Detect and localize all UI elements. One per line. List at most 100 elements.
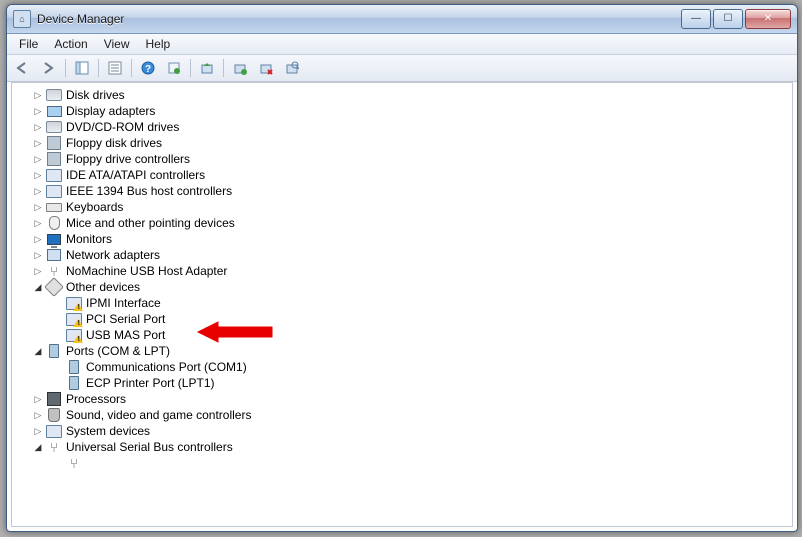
toolbar-help-button[interactable]: ? <box>136 56 160 80</box>
tree-item-label: ECP Printer Port (LPT1) <box>84 376 214 390</box>
help-icon: ? <box>141 61 155 75</box>
tree-node: PCI Serial Port <box>14 311 790 327</box>
tree-item[interactable]: ▷ Floppy disk drives <box>14 135 790 151</box>
expand-icon[interactable]: ▷ <box>32 185 44 197</box>
collapse-icon[interactable]: ◢ <box>32 441 44 453</box>
tree-item-label: Floppy disk drives <box>64 136 162 150</box>
expand-icon[interactable]: ▷ <box>32 89 44 101</box>
menu-view[interactable]: View <box>96 35 138 53</box>
no-expander <box>52 297 64 309</box>
device-tree[interactable]: ▷Disk drives▷Display adapters▷DVD/CD-ROM… <box>12 83 792 526</box>
minimize-button[interactable]: — <box>681 9 711 29</box>
expand-icon[interactable]: ▷ <box>32 265 44 277</box>
update-driver-icon <box>200 61 214 75</box>
tree-item[interactable]: ▷Mice and other pointing devices <box>14 215 790 231</box>
scan-icon <box>285 61 299 75</box>
tree-item-label: IEEE 1394 Bus host controllers <box>64 184 232 198</box>
tree-item[interactable]: ▷Processors <box>14 391 790 407</box>
toolbar-console-tree-button[interactable] <box>70 56 94 80</box>
titlebar[interactable]: ⌂ Device Manager — ☐ ✕ <box>7 5 797 34</box>
toolbar-back-button[interactable] <box>11 56 35 80</box>
tree-item[interactable]: ◢Ports (COM & LPT) <box>14 343 790 359</box>
tree-item-label: IPMI Interface <box>84 296 161 310</box>
tree-item[interactable]: ▷ IDE ATA/ATAPI controllers <box>14 167 790 183</box>
tree-item[interactable]: ECP Printer Port (LPT1) <box>14 375 790 391</box>
tree-item[interactable]: Communications Port (COM1) <box>14 359 790 375</box>
tree-item[interactable]: USB MAS Port <box>14 327 790 343</box>
usb-icon: ⑂ <box>66 455 82 471</box>
tree-item[interactable]: ▷ DVD/CD-ROM drives <box>14 119 790 135</box>
expand-icon[interactable]: ▷ <box>32 425 44 437</box>
device-icon <box>46 183 62 199</box>
tree-item[interactable]: ◢Other devices <box>14 279 790 295</box>
warn-icon <box>66 327 82 343</box>
tree-node: ▷Disk drives <box>14 87 790 103</box>
client-area: ▷Disk drives▷Display adapters▷DVD/CD-ROM… <box>11 82 793 527</box>
tree-item[interactable]: ▷ Floppy drive controllers <box>14 151 790 167</box>
tree-node: ▷ Floppy disk drives <box>14 135 790 151</box>
expand-icon[interactable]: ▷ <box>32 409 44 421</box>
net-icon <box>46 247 62 263</box>
arrow-right-icon <box>41 62 57 74</box>
expand-icon[interactable]: ▷ <box>32 233 44 245</box>
expand-icon[interactable]: ▷ <box>32 393 44 405</box>
tree-item[interactable]: ▷Network adapters <box>14 247 790 263</box>
tree-item[interactable]: PCI Serial Port <box>14 311 790 327</box>
no-expander <box>52 313 64 325</box>
tree-item[interactable]: ▷Display adapters <box>14 103 790 119</box>
expand-icon[interactable]: ▷ <box>32 121 44 133</box>
toolbar-refresh-button[interactable] <box>162 56 186 80</box>
svg-text:?: ? <box>145 64 151 75</box>
tree-item-label: IDE ATA/ATAPI controllers <box>64 168 205 182</box>
expand-icon[interactable]: ▷ <box>32 105 44 117</box>
port-icon <box>66 375 82 391</box>
tree-item-label: USB MAS Port <box>84 328 165 342</box>
expand-icon[interactable]: ▷ <box>32 201 44 213</box>
device-icon <box>46 423 62 439</box>
tree-node: ▷ IDE ATA/ATAPI controllers <box>14 167 790 183</box>
toolbar-enable-button[interactable] <box>228 56 252 80</box>
tree-item[interactable]: ▷Monitors <box>14 231 790 247</box>
no-expander <box>52 457 64 469</box>
enable-icon <box>233 61 247 75</box>
expand-icon[interactable]: ▷ <box>32 169 44 181</box>
close-button[interactable]: ✕ <box>745 9 791 29</box>
toolbar-uninstall-button[interactable] <box>254 56 278 80</box>
monitor-icon <box>46 231 62 247</box>
toolbar-properties-button[interactable] <box>103 56 127 80</box>
maximize-button[interactable]: ☐ <box>713 9 743 29</box>
tree-item[interactable]: ▷System devices <box>14 423 790 439</box>
tree-item[interactable]: ◢⑂Universal Serial Bus controllers <box>14 439 790 455</box>
tree-item-label: Floppy drive controllers <box>64 152 190 166</box>
tree-item-label: DVD/CD-ROM drives <box>64 120 179 134</box>
port-icon <box>66 359 82 375</box>
tree-item[interactable]: ⑂ <box>14 455 790 471</box>
toolbar-forward-button[interactable] <box>37 56 61 80</box>
tree-node: ▷Display adapters <box>14 103 790 119</box>
expand-icon[interactable]: ▷ <box>32 249 44 261</box>
menu-file[interactable]: File <box>11 35 46 53</box>
app-icon: ⌂ <box>13 10 31 28</box>
menu-help[interactable]: Help <box>138 35 179 53</box>
tree-item[interactable]: ▷Disk drives <box>14 87 790 103</box>
toolbar-update-driver-button[interactable] <box>195 56 219 80</box>
tree-item[interactable]: ▷ IEEE 1394 Bus host controllers <box>14 183 790 199</box>
floppy-icon <box>46 151 62 167</box>
expand-icon[interactable]: ▷ <box>32 153 44 165</box>
other-icon <box>46 279 62 295</box>
display-icon <box>46 103 62 119</box>
tree-node: ▷Keyboards <box>14 199 790 215</box>
tree-item[interactable]: ▷Sound, video and game controllers <box>14 407 790 423</box>
expand-icon[interactable]: ▷ <box>32 137 44 149</box>
collapse-icon[interactable]: ◢ <box>32 281 44 293</box>
collapse-icon[interactable]: ◢ <box>32 345 44 357</box>
uninstall-icon <box>259 61 273 75</box>
menu-action[interactable]: Action <box>46 35 95 53</box>
tree-item[interactable]: ▷⑂NoMachine USB Host Adapter <box>14 263 790 279</box>
expand-icon[interactable]: ▷ <box>32 217 44 229</box>
tree-node: ▷Processors <box>14 391 790 407</box>
tree-node: ▷ DVD/CD-ROM drives <box>14 119 790 135</box>
toolbar-scan-button[interactable] <box>280 56 304 80</box>
tree-item[interactable]: ▷Keyboards <box>14 199 790 215</box>
tree-item[interactable]: IPMI Interface <box>14 295 790 311</box>
